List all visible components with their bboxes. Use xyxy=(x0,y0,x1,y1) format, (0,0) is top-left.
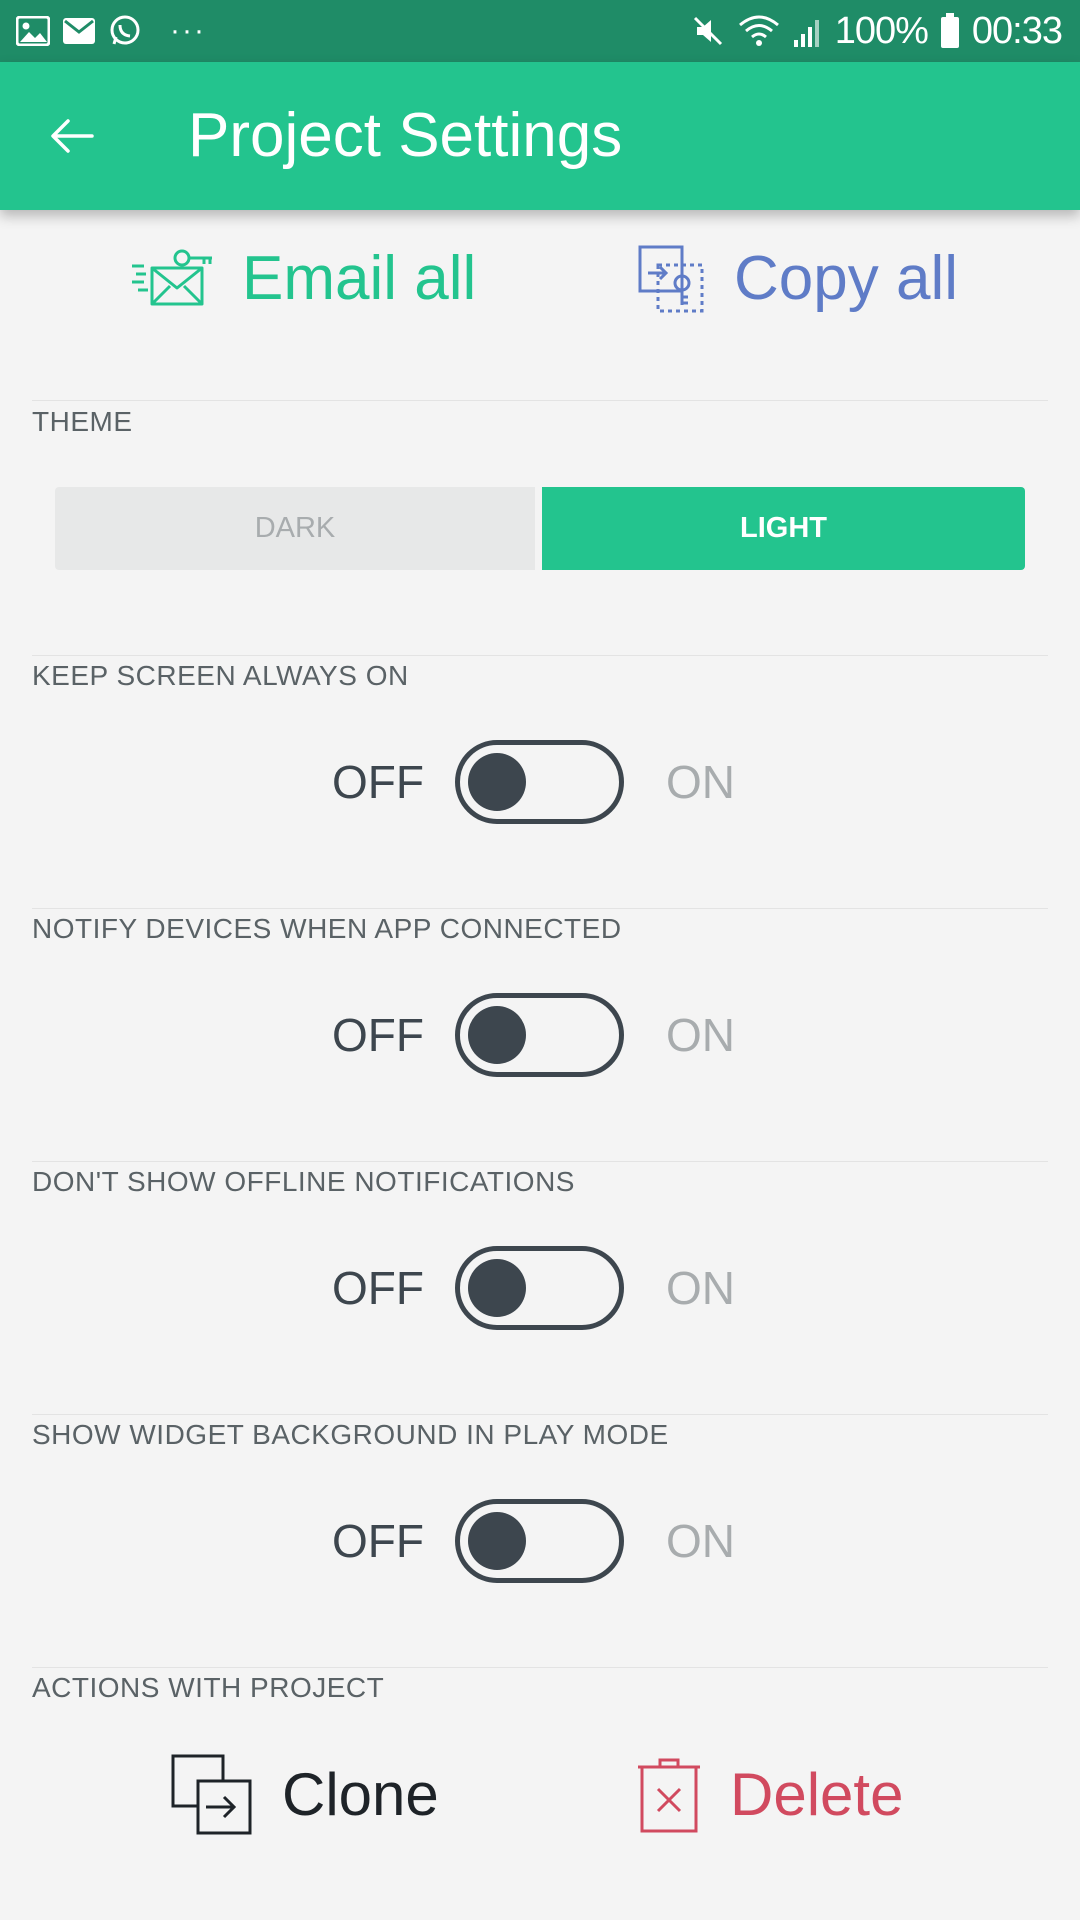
on-label: ON xyxy=(666,1009,735,1061)
clone-label: Clone xyxy=(282,1761,439,1828)
notification-icons: ··· xyxy=(16,14,206,48)
on-label: ON xyxy=(666,1515,735,1567)
email-all-label: Email all xyxy=(242,244,477,313)
back-button[interactable] xyxy=(42,106,102,166)
system-status: 100% 00:33 xyxy=(691,9,1063,52)
wifi-icon xyxy=(738,15,779,46)
copy-all-label: Copy all xyxy=(734,244,958,313)
divider xyxy=(32,908,1048,909)
divider xyxy=(32,1161,1048,1162)
divider xyxy=(32,1667,1048,1668)
copy-all-button[interactable]: Copy all xyxy=(636,236,958,322)
divider xyxy=(32,1414,1048,1415)
email-key-icon xyxy=(132,249,212,306)
widget-background-row: OFF ON xyxy=(0,1499,1080,1583)
on-label: ON xyxy=(666,756,735,808)
divider xyxy=(32,655,1048,656)
status-bar: ··· 100% 00:33 xyxy=(0,0,1080,62)
whatsapp-icon xyxy=(110,15,140,45)
clone-button[interactable]: Clone xyxy=(170,1750,439,1840)
offline-notifications-toggle[interactable] xyxy=(455,1246,624,1330)
image-icon xyxy=(16,16,50,46)
toggle-knob xyxy=(468,753,526,811)
offline-notifications-label: DON'T SHOW OFFLINE NOTIFICATIONS xyxy=(32,1166,575,1197)
toggle-knob xyxy=(468,1006,526,1064)
off-label: OFF xyxy=(332,1009,424,1061)
battery-percent: 100% xyxy=(834,9,929,52)
widget-background-toggle[interactable] xyxy=(455,1499,624,1583)
keep-screen-on-label: KEEP SCREEN ALWAYS ON xyxy=(32,660,409,691)
clone-icon xyxy=(171,1754,252,1835)
delete-label: Delete xyxy=(730,1761,904,1828)
divider xyxy=(32,400,1048,401)
off-label: OFF xyxy=(332,1262,424,1314)
theme-label: THEME xyxy=(32,406,133,437)
widget-background-label: SHOW WIDGET BACKGROUND IN PLAY MODE xyxy=(32,1419,669,1450)
email-all-button[interactable]: Email all xyxy=(130,236,476,322)
notify-devices-row: OFF ON xyxy=(0,993,1080,1077)
offline-notifications-row: OFF ON xyxy=(0,1246,1080,1330)
arrow-left-icon xyxy=(51,119,94,153)
mail-icon xyxy=(63,18,95,44)
theme-dark-option[interactable]: DARK xyxy=(55,487,535,570)
battery-icon xyxy=(940,13,959,48)
mute-icon xyxy=(693,16,722,46)
notify-devices-toggle[interactable] xyxy=(455,993,624,1077)
app-bar: Project Settings xyxy=(0,62,1080,210)
toggle-knob xyxy=(468,1259,526,1317)
delete-button[interactable]: Delete xyxy=(636,1750,903,1840)
on-label: ON xyxy=(666,1262,735,1314)
toggle-knob xyxy=(468,1512,526,1570)
off-label: OFF xyxy=(332,756,424,808)
signal-icon xyxy=(793,20,819,47)
off-label: OFF xyxy=(332,1515,424,1567)
theme-light-option[interactable]: LIGHT xyxy=(542,487,1025,570)
more-notifications: ··· xyxy=(170,14,206,47)
copy-key-icon xyxy=(638,245,704,313)
notify-devices-label: NOTIFY DEVICES WHEN APP CONNECTED xyxy=(32,913,622,944)
clock: 00:33 xyxy=(971,9,1063,52)
keep-screen-on-row: OFF ON xyxy=(0,740,1080,824)
keep-screen-on-toggle[interactable] xyxy=(455,740,624,824)
page-title: Project Settings xyxy=(188,101,623,170)
trash-icon xyxy=(638,1758,700,1833)
actions-with-project-label: ACTIONS WITH PROJECT xyxy=(32,1672,385,1703)
